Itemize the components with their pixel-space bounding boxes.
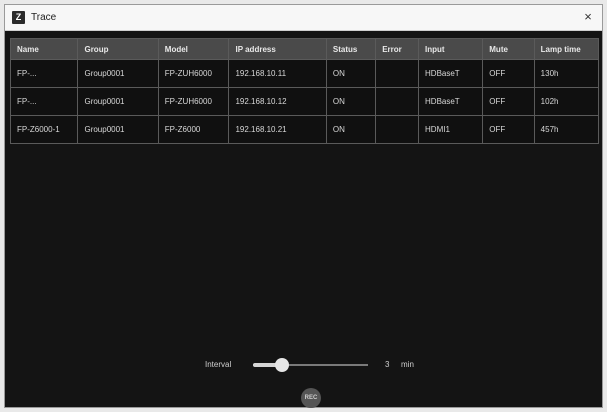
col-header-model[interactable]: Model [157, 38, 230, 60]
cell-mute: OFF [482, 59, 535, 88]
cell-input: HDMI1 [418, 115, 484, 144]
cell-mute: OFF [482, 115, 535, 144]
cell-ip-address: 192.168.10.12 [228, 87, 327, 116]
cell-name: FP-... [9, 87, 79, 116]
cell-lamp-time: 130h [533, 59, 600, 88]
close-button[interactable]: × [580, 9, 596, 25]
cell-lamp-time: 457h [533, 115, 600, 144]
interval-value: 3 [385, 360, 390, 369]
col-header-error[interactable]: Error [375, 38, 420, 60]
cell-model: FP-ZUH6000 [157, 59, 230, 88]
interval-slider-thumb[interactable] [274, 358, 289, 372]
col-header-lamp-time[interactable]: Lamp time [533, 38, 600, 60]
cell-mute: OFF [482, 87, 535, 116]
cell-name: FP-Z6000-1 [9, 115, 79, 144]
table-header-row: Name Group Model IP address Status Error… [9, 38, 600, 60]
col-header-input[interactable]: Input [418, 38, 484, 60]
cell-model: FP-ZUH6000 [157, 87, 230, 116]
col-header-status[interactable]: Status [325, 38, 377, 60]
cell-input: HDBaseT [418, 87, 484, 116]
cell-status: ON [325, 59, 377, 88]
cell-ip-address: 192.168.10.11 [228, 59, 327, 88]
interval-unit: min [401, 360, 414, 369]
cell-input: HDBaseT [418, 59, 484, 88]
interval-control: Interval 3 min [5, 358, 602, 372]
trace-table: Name Group Model IP address Status Error… [9, 38, 600, 144]
title-bar: Z Trace × [5, 5, 602, 31]
table-row[interactable]: FP-... Group0001 FP-ZUH6000 192.168.10.1… [9, 59, 600, 88]
cell-status: ON [325, 115, 377, 144]
cell-status: ON [325, 87, 377, 116]
interval-label: Interval [205, 360, 232, 369]
cell-name: FP-... [9, 59, 79, 88]
cell-group: Group0001 [77, 115, 159, 144]
col-header-name[interactable]: Name [9, 38, 79, 60]
cell-lamp-time: 102h [533, 87, 600, 116]
cell-group: Group0001 [77, 59, 159, 88]
cell-error [375, 87, 420, 116]
col-header-mute[interactable]: Mute [482, 38, 535, 60]
trace-window: Z Trace × Name Group Model IP address St… [4, 4, 603, 408]
col-header-group[interactable]: Group [77, 38, 159, 60]
cell-group: Group0001 [77, 87, 159, 116]
table-row[interactable]: FP-Z6000-1 Group0001 FP-Z6000 192.168.10… [9, 115, 600, 144]
cell-ip-address: 192.168.10.21 [228, 115, 327, 144]
cell-model: FP-Z6000 [157, 115, 230, 144]
table-row[interactable]: FP-... Group0001 FP-ZUH6000 192.168.10.1… [9, 87, 600, 116]
window-title: Trace [31, 12, 57, 23]
rec-button[interactable]: REC [301, 388, 321, 408]
trace-app-icon: Z [12, 11, 25, 24]
cell-error [375, 59, 420, 88]
cell-error [375, 115, 420, 144]
col-header-ip-address[interactable]: IP address [228, 38, 327, 60]
